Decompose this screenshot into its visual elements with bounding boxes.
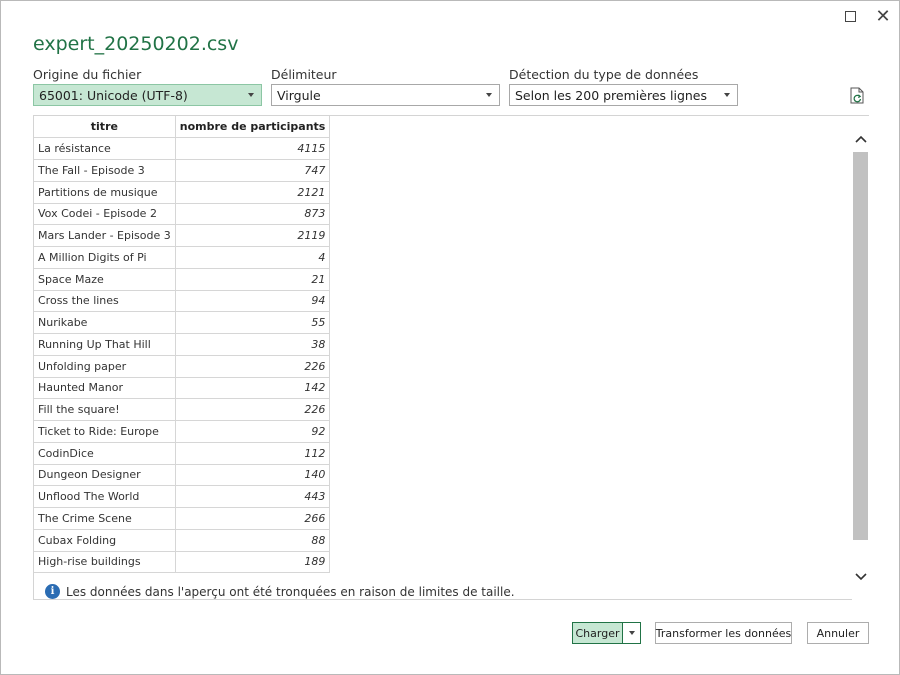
close-icon: ✕: [875, 5, 891, 27]
cell-titre: Mars Lander - Episode 3: [34, 224, 176, 247]
cell-participants: 4115: [174, 137, 331, 160]
cell-titre: CodinDice: [34, 441, 176, 465]
dialog-title: expert_20250202.csv: [33, 33, 239, 55]
cell-titre: Vox Codei - Episode 2: [34, 202, 176, 226]
table-row: Dungeon Designer 140: [34, 463, 331, 487]
cell-participants: 94: [174, 289, 331, 313]
table-row: Mars Lander - Episode 3 2119: [34, 224, 331, 247]
table-row: Haunted Manor 142: [34, 376, 331, 400]
scroll-down-button[interactable]: [852, 562, 869, 592]
detection-label: Détection du type de données: [509, 67, 699, 82]
delimiter-label: Délimiteur: [271, 67, 337, 82]
chevron-down-icon: [854, 573, 867, 581]
refresh-document-icon[interactable]: [849, 87, 865, 105]
preview-table: titre nombre de participants La résistan…: [34, 116, 331, 574]
table-row: Vox Codei - Episode 2 873: [34, 202, 331, 226]
detection-select[interactable]: Selon les 200 premières lignes: [509, 84, 738, 106]
cell-titre: Dungeon Designer: [34, 463, 176, 487]
chevron-up-icon: [854, 135, 867, 143]
delimiter-select[interactable]: Virgule: [271, 84, 500, 106]
cell-titre: A Million Digits of Pi: [34, 246, 176, 269]
cell-participants: 873: [174, 202, 331, 226]
cell-titre: Ticket to Ride: Europe: [34, 420, 176, 443]
cell-participants: 747: [174, 159, 331, 182]
chevron-down-icon: [486, 93, 492, 97]
cell-titre: Cross the lines: [34, 289, 176, 313]
cell-titre: Haunted Manor: [34, 376, 176, 400]
cell-participants: 226: [174, 354, 331, 378]
table-row: Unfolding paper 226: [34, 354, 331, 378]
load-options-button[interactable]: [622, 622, 641, 644]
truncation-note: i Les données dans l'aperçu ont été tron…: [45, 584, 515, 599]
column-header-participants: nombre de participants: [174, 116, 331, 139]
cell-participants: 140: [174, 463, 331, 487]
cell-participants: 92: [174, 420, 331, 443]
scroll-up-button[interactable]: [852, 124, 869, 154]
cell-titre: The Crime Scene: [34, 507, 176, 530]
cell-participants: 189: [174, 550, 331, 574]
table-row: Unflood The World 443: [34, 485, 331, 508]
cell-participants: 112: [174, 441, 331, 465]
cell-participants: 4: [174, 246, 331, 269]
table-row: Fill the square! 226: [34, 398, 331, 421]
cell-participants: 21: [174, 267, 331, 291]
cell-titre: Unflood The World: [34, 485, 176, 508]
maximize-button[interactable]: [839, 6, 861, 26]
cell-participants: 38: [174, 333, 331, 356]
table-row: The Fall - Episode 3 747: [34, 159, 331, 182]
cell-titre: Cubax Folding: [34, 528, 176, 552]
maximize-icon: [844, 10, 856, 22]
table-row: Cubax Folding 88: [34, 528, 331, 552]
cell-participants: 55: [174, 311, 331, 334]
cell-titre: Nurikabe: [34, 311, 176, 334]
table-row: A Million Digits of Pi 4: [34, 246, 331, 269]
cell-participants: 88: [174, 528, 331, 552]
table-row: Nurikabe 55: [34, 311, 331, 334]
chevron-down-icon: [724, 93, 730, 97]
data-preview: titre nombre de participants La résistan…: [33, 115, 869, 600]
cell-participants: 2121: [174, 180, 331, 204]
cell-titre: La résistance: [34, 137, 176, 160]
cell-titre: High-rise buildings: [34, 550, 176, 574]
table-header-row: titre nombre de participants: [34, 116, 331, 139]
table-row: The Crime Scene 266: [34, 507, 331, 530]
table-row: Ticket to Ride: Europe 92: [34, 420, 331, 443]
cell-participants: 226: [174, 398, 331, 421]
cell-titre: Fill the square!: [34, 398, 176, 421]
cell-titre: Space Maze: [34, 267, 176, 291]
detection-value: Selon les 200 premières lignes: [515, 88, 707, 103]
truncation-note-text: Les données dans l'aperçu ont été tronqu…: [66, 584, 515, 599]
cell-titre: Unfolding paper: [34, 354, 176, 378]
column-header-titre: titre: [34, 116, 176, 139]
table-row: Space Maze 21: [34, 267, 331, 291]
origin-select[interactable]: 65001: Unicode (UTF-8): [33, 84, 262, 106]
table-row: Running Up That Hill 38: [34, 333, 331, 356]
vertical-scrollbar[interactable]: [852, 116, 869, 600]
cell-titre: Running Up That Hill: [34, 333, 176, 356]
transform-data-button[interactable]: Transformer les données: [655, 622, 792, 644]
close-button[interactable]: ✕: [872, 5, 894, 27]
table-row: CodinDice 112: [34, 441, 331, 465]
cell-titre: The Fall - Episode 3: [34, 159, 176, 182]
scrollbar-thumb[interactable]: [853, 152, 868, 540]
chevron-down-icon: [248, 93, 254, 97]
table-row: High-rise buildings 189: [34, 550, 331, 574]
origin-label: Origine du fichier: [33, 67, 142, 82]
cancel-button[interactable]: Annuler: [807, 622, 869, 644]
table-row: Partitions de musique 2121: [34, 180, 331, 204]
cell-titre: Partitions de musique: [34, 180, 176, 204]
table-row: Cross the lines 94: [34, 289, 331, 313]
delimiter-value: Virgule: [277, 88, 321, 103]
cell-participants: 2119: [174, 224, 331, 247]
origin-value: 65001: Unicode (UTF-8): [39, 88, 188, 103]
table-row: La résistance 4115: [34, 137, 331, 160]
import-dialog: ✕ expert_20250202.csv Origine du fichier…: [0, 0, 900, 675]
info-icon: i: [45, 584, 60, 599]
chevron-down-icon: [628, 631, 635, 635]
cell-participants: 266: [174, 507, 331, 530]
cell-participants: 142: [174, 376, 331, 400]
load-button[interactable]: Charger: [572, 622, 623, 644]
cell-participants: 443: [174, 485, 331, 508]
